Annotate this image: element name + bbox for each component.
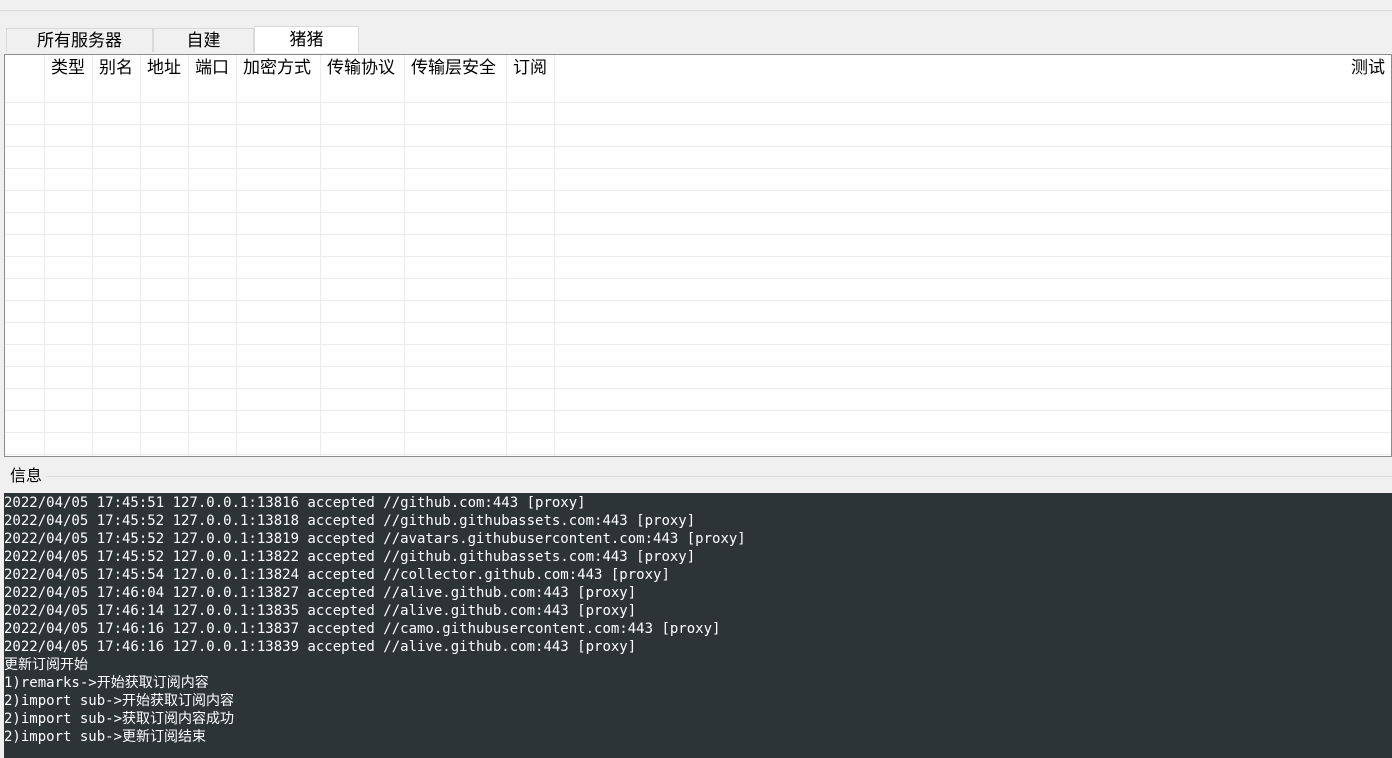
column-header-transport[interactable]: 传输协议 (322, 55, 406, 82)
row-divider (5, 212, 1391, 213)
column-header-test[interactable]: 测试 (1351, 55, 1391, 82)
row-divider (5, 278, 1391, 279)
log-line: 2022/04/05 17:46:16 127.0.0.1:13839 acce… (4, 639, 637, 655)
log-line: 2022/04/05 17:46:04 127.0.0.1:13827 acce… (4, 585, 637, 601)
row-divider (5, 168, 1391, 169)
row-divider (5, 432, 1391, 433)
log-line: 更新订阅开始 (4, 657, 88, 673)
row-divider (5, 344, 1391, 345)
server-table[interactable]: 类型 别名 地址 端口 加密方式 传输协议 传输层安全 订阅 测试 (4, 54, 1392, 457)
row-divider (5, 454, 1391, 455)
log-line: 2)import sub->开始获取订阅内容 (4, 693, 235, 709)
row-divider (5, 410, 1391, 411)
column-header-alias[interactable]: 别名 (94, 55, 142, 82)
title-area (0, 0, 1392, 11)
row-divider (5, 388, 1391, 389)
log-line: 2022/04/05 17:45:52 127.0.0.1:13822 acce… (4, 549, 696, 565)
log-line: 2022/04/05 17:45:54 127.0.0.1:13824 acce… (4, 567, 670, 583)
row-divider (5, 190, 1391, 191)
row-divider (5, 234, 1391, 235)
log-line: 2022/04/05 17:46:16 127.0.0.1:13837 acce… (4, 621, 721, 637)
log-line: 2)import sub->更新订阅结束 (4, 729, 207, 745)
log-lines: 2022/04/05 17:45:51 127.0.0.1:13816 acce… (4, 494, 1392, 746)
log-line: 2022/04/05 17:46:14 127.0.0.1:13835 acce… (4, 603, 637, 619)
log-panel[interactable]: 2022/04/05 17:45:51 127.0.0.1:13816 acce… (4, 493, 1392, 758)
row-divider (5, 300, 1391, 301)
log-line: 1)remarks->开始获取订阅内容 (4, 675, 209, 691)
row-divider (5, 124, 1391, 125)
tab-zhuzhu[interactable]: 猪猪 (254, 26, 359, 53)
log-line: 2022/04/05 17:45:51 127.0.0.1:13816 acce… (4, 495, 586, 511)
row-divider (5, 366, 1391, 367)
log-line: 2022/04/05 17:45:52 127.0.0.1:13819 acce… (4, 531, 746, 547)
info-group-label: 信息 (10, 465, 45, 487)
table-header: 类型 别名 地址 端口 加密方式 传输协议 传输层安全 订阅 测试 (5, 55, 1391, 82)
log-line: 2022/04/05 17:45:52 127.0.0.1:13818 acce… (4, 513, 696, 529)
column-header-port[interactable]: 端口 (190, 55, 238, 82)
column-header-tls[interactable]: 传输层安全 (406, 55, 508, 82)
column-header-address[interactable]: 地址 (142, 55, 190, 82)
column-header-type[interactable]: 类型 (46, 55, 94, 82)
column-header-encryption[interactable]: 加密方式 (238, 55, 322, 82)
row-divider (5, 102, 1391, 103)
log-line: 2)import sub->获取订阅内容成功 (4, 711, 235, 727)
row-divider (5, 146, 1391, 147)
column-header-index[interactable] (5, 55, 44, 82)
tab-all-servers[interactable]: 所有服务器 (6, 28, 153, 52)
row-divider (5, 256, 1391, 257)
column-header-subscription[interactable]: 订阅 (508, 55, 556, 82)
info-separator (46, 476, 1392, 477)
tab-self-built[interactable]: 自建 (153, 28, 254, 52)
row-divider (5, 322, 1391, 323)
